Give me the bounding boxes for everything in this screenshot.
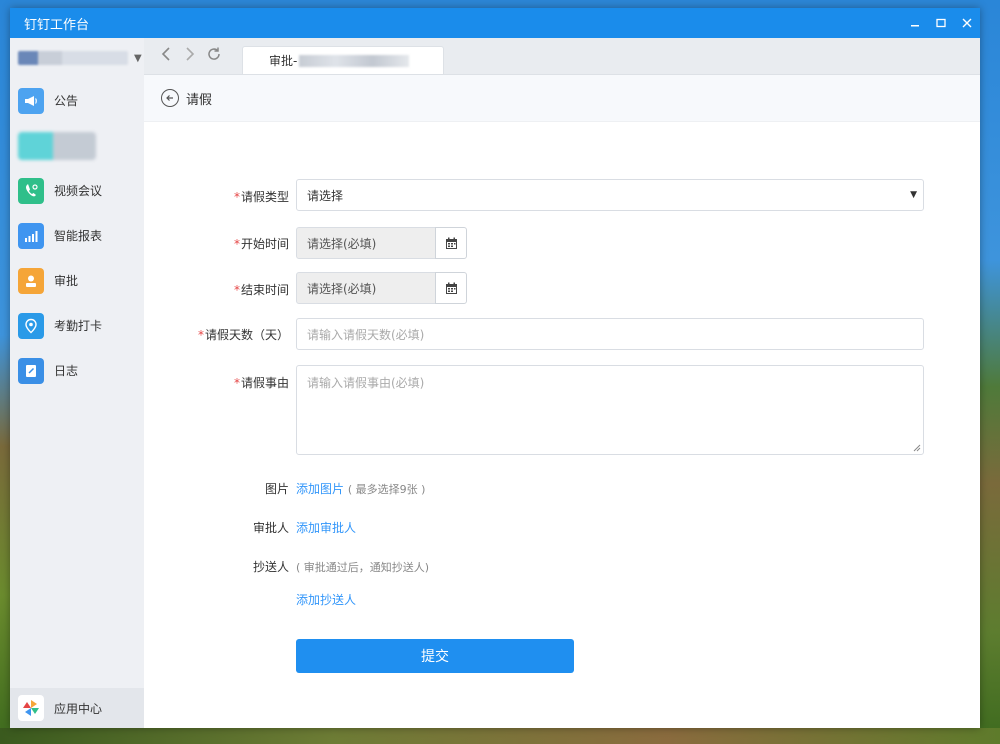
resize-handle-icon[interactable]: [913, 444, 921, 452]
leave-type-select[interactable]: 请选择 ▼: [296, 179, 924, 211]
leave-days-input[interactable]: 请输入请假天数(必填): [296, 318, 924, 350]
end-time-field[interactable]: 请选择(必填): [296, 272, 436, 304]
calendar-icon: [445, 282, 457, 294]
user-stamp-icon: [18, 267, 44, 294]
page-header: 请假: [144, 75, 980, 122]
form-page: 请假 *请假类型 请选择 ▼ *开始时间 请选择(必填) *结束时间 请选择(必…: [144, 75, 980, 728]
pinwheel-icon: [18, 695, 44, 721]
sidebar-item-label: 审批: [54, 274, 79, 288]
submit-button[interactable]: 提交: [296, 639, 574, 673]
sidebar-item-label: 考勤打卡: [54, 319, 103, 333]
start-time-label: *开始时间: [233, 237, 289, 251]
org-switcher[interactable]: ▼: [10, 38, 144, 78]
sidebar-item-video-meeting[interactable]: 视频会议: [10, 168, 144, 213]
sidebar-item-label: 视频会议: [54, 184, 103, 198]
chevron-right-icon: [186, 47, 195, 61]
phone-video-icon: [18, 177, 44, 204]
refresh-icon: [208, 47, 220, 60]
megaphone-icon: [18, 87, 44, 114]
app-window: 钉钉工作台 ▼ 公告 视频会议 智能报表 审批 考勤打卡 日志 应用中心 审批-…: [10, 8, 980, 728]
cc-label: 抄送人: [252, 560, 289, 574]
start-time-calendar-button[interactable]: [435, 227, 467, 259]
leave-type-label: *请假类型: [233, 190, 289, 204]
chevron-down-icon: ▼: [134, 52, 142, 64]
minimize-button[interactable]: [902, 8, 928, 38]
approver-label: 审批人: [252, 521, 289, 535]
leave-reason-label: *请假事由: [233, 376, 289, 390]
redacted-app-icon: [18, 131, 96, 160]
image-row: 添加图片 ( 最多选择9张 ): [296, 480, 425, 497]
chevron-left-icon: [161, 47, 170, 61]
image-hint: ( 最多选择9张 ): [347, 483, 426, 496]
add-image-link[interactable]: 添加图片: [296, 482, 344, 496]
bar-chart-icon: [18, 222, 44, 249]
start-time-field[interactable]: 请选择(必填): [296, 227, 436, 259]
app-center-label: 应用中心: [54, 701, 103, 716]
leave-reason-textarea[interactable]: 请输入请假事由(必填): [296, 365, 924, 455]
end-time-calendar-button[interactable]: [435, 272, 467, 304]
sidebar: ▼ 公告 视频会议 智能报表 审批 考勤打卡 日志 应用中心: [10, 38, 145, 728]
maximize-icon: [936, 18, 946, 28]
sidebar-item-attendance[interactable]: 考勤打卡: [10, 303, 144, 348]
approver-row: 添加审批人: [296, 519, 356, 536]
close-icon: [962, 18, 972, 28]
close-button[interactable]: [954, 8, 980, 38]
add-approver-link[interactable]: 添加审批人: [296, 521, 356, 535]
main-panel: 审批- 请假 *请假类型 请选择 ▼ *开始时间 请选择(必填) *结束时间 请…: [144, 38, 980, 728]
window-title: 钉钉工作台: [24, 17, 90, 33]
location-pin-icon: [18, 312, 44, 339]
sidebar-item-label: 日志: [54, 364, 79, 378]
leave-days-label: *请假天数（天）: [197, 328, 289, 342]
dropdown-caret-icon: ▼: [910, 190, 917, 200]
back-nav-button[interactable]: [156, 46, 176, 66]
sidebar-item-approval[interactable]: 审批: [10, 258, 144, 303]
sidebar-item-announcement[interactable]: 公告: [10, 78, 144, 123]
sidebar-item-log[interactable]: 日志: [10, 348, 144, 393]
desktop-wallpaper-right: [980, 0, 1000, 744]
org-name-redacted: [18, 51, 128, 65]
page-title: 请假: [186, 92, 213, 108]
forward-nav-button[interactable]: [180, 46, 200, 66]
calendar-icon: [445, 237, 457, 249]
title-bar: 钉钉工作台: [10, 8, 980, 38]
notebook-icon: [18, 357, 44, 384]
back-arrow-icon[interactable]: [161, 89, 179, 107]
cc-hint: ( 审批通过后，通知抄送人): [296, 561, 430, 574]
tab-label: 审批-: [269, 54, 298, 68]
image-label: 图片: [264, 482, 289, 496]
refresh-button[interactable]: [204, 46, 224, 66]
tab-approval[interactable]: 审批-: [242, 46, 444, 74]
minimize-icon: [911, 25, 919, 27]
cc-row: 添加抄送人: [296, 591, 356, 608]
desktop-wallpaper-left: [0, 0, 10, 744]
sidebar-item-smart-report[interactable]: 智能报表: [10, 213, 144, 258]
desktop-wallpaper-bottom: [0, 728, 1000, 744]
tab-title-redacted: [299, 54, 410, 67]
app-center-button[interactable]: 应用中心: [10, 688, 144, 728]
maximize-button[interactable]: [928, 8, 954, 38]
sidebar-item-label: 公告: [54, 94, 79, 108]
end-time-label: *结束时间: [233, 283, 289, 297]
nav-bar: 审批-: [144, 38, 980, 75]
sidebar-item-label: 智能报表: [54, 229, 103, 243]
add-cc-link[interactable]: 添加抄送人: [296, 593, 356, 607]
sidebar-item-redacted[interactable]: [10, 123, 144, 168]
